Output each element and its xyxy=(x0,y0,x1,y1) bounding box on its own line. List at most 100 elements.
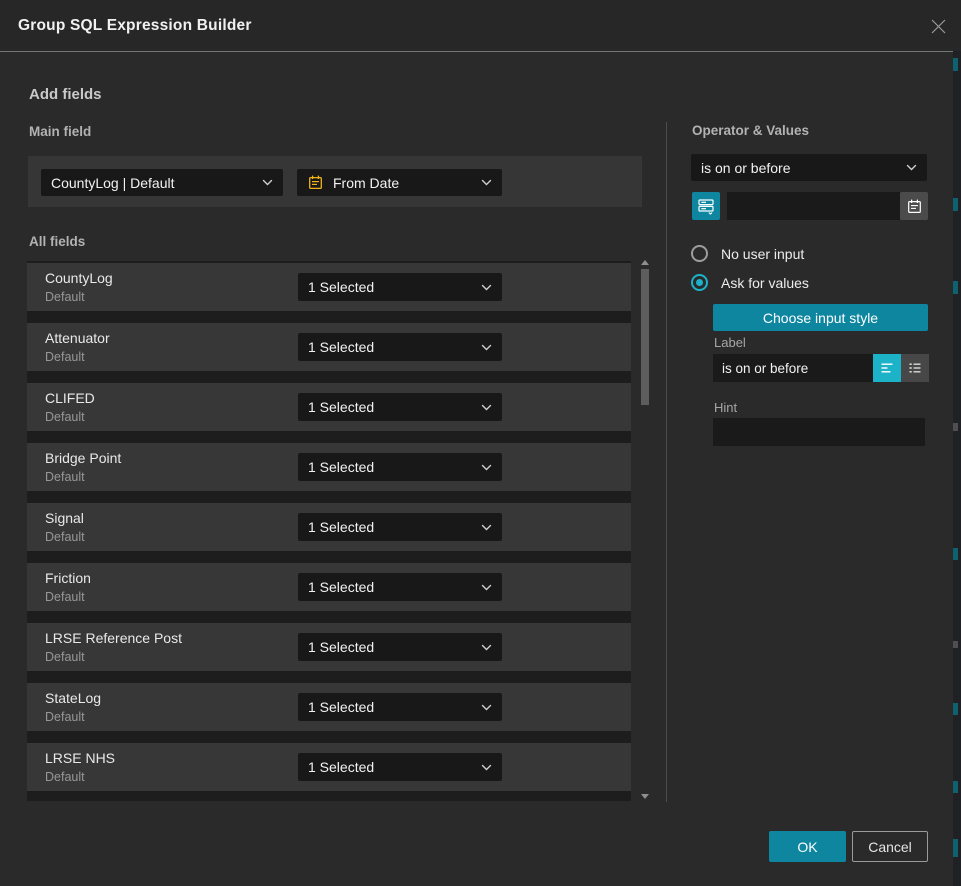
field-selection-dropdown[interactable]: 1 Selected xyxy=(298,273,502,301)
close-icon[interactable] xyxy=(928,16,948,36)
field-sublabel: Default xyxy=(45,470,85,484)
calendar-picker-button[interactable] xyxy=(900,192,928,220)
ok-button[interactable]: OK xyxy=(769,831,846,862)
field-select-value: From Date xyxy=(333,175,475,191)
field-sublabel: Default xyxy=(45,710,85,724)
edge-speck xyxy=(953,548,958,560)
field-selection-dropdown[interactable]: 1 Selected xyxy=(298,513,502,541)
field-selection-dropdown[interactable]: 1 Selected xyxy=(298,693,502,721)
edge-speck xyxy=(953,58,958,71)
field-name: Attenuator xyxy=(45,330,110,346)
field-name: Signal xyxy=(45,510,84,526)
radio-circle-icon[interactable] xyxy=(691,245,708,262)
chevron-down-icon xyxy=(481,644,492,651)
field-sublabel: Default xyxy=(45,770,85,784)
operator-values-heading: Operator & Values xyxy=(692,123,809,138)
scrollbar-thumb[interactable] xyxy=(641,269,649,405)
chevron-down-icon xyxy=(481,344,492,351)
value-date-input[interactable] xyxy=(727,192,900,220)
unique-values-button[interactable] xyxy=(692,192,720,220)
calendar-icon xyxy=(906,198,923,215)
chevron-down-icon xyxy=(481,584,492,591)
hint-input[interactable] xyxy=(713,418,925,446)
hint-field-label: Hint xyxy=(714,400,737,415)
field-row: LRSE NHS Default 1 Selected xyxy=(27,743,631,791)
edge-speck xyxy=(953,781,958,793)
radio-label: No user input xyxy=(721,246,804,262)
operator-select[interactable]: is on or before xyxy=(691,154,927,181)
main-field-field-select[interactable]: From Date xyxy=(297,169,502,196)
field-row: CountyLog Default 1 Selected xyxy=(27,263,631,311)
field-row: Friction Default 1 Selected xyxy=(27,563,631,611)
layer-select-value: CountyLog | Default xyxy=(51,175,256,191)
field-selection-dropdown[interactable]: 1 Selected xyxy=(298,573,502,601)
field-selection-dropdown[interactable]: 1 Selected xyxy=(298,333,502,361)
main-field-panel: CountyLog | Default From Date xyxy=(28,156,642,207)
field-sublabel: Default xyxy=(45,590,85,604)
chevron-down-icon xyxy=(481,179,492,186)
field-sublabel: Default xyxy=(45,650,85,664)
field-sublabel: Default xyxy=(45,530,85,544)
field-row: LRSE Reference Post Default 1 Selected xyxy=(27,623,631,671)
edge-speck xyxy=(953,198,958,211)
calendar-date-icon xyxy=(307,174,324,191)
radio-ask-for-values[interactable]: Ask for values xyxy=(691,274,809,291)
radio-label: Ask for values xyxy=(721,275,809,291)
label-field-label: Label xyxy=(714,335,746,350)
label-input[interactable] xyxy=(713,354,873,382)
field-sublabel: Default xyxy=(45,350,85,364)
align-left-icon xyxy=(879,360,895,376)
selection-value: 1 Selected xyxy=(308,759,475,775)
chevron-down-icon xyxy=(481,464,492,471)
scrollbar-down-arrow-icon[interactable] xyxy=(641,794,649,799)
field-row: StateLog Default 1 Selected xyxy=(27,683,631,731)
field-name: Bridge Point xyxy=(45,450,121,466)
field-name: LRSE NHS xyxy=(45,750,115,766)
edge-speck xyxy=(953,641,958,648)
chevron-down-icon xyxy=(481,524,492,531)
radio-circle-selected-icon[interactable] xyxy=(691,274,708,291)
chevron-down-icon xyxy=(906,164,917,171)
selection-value: 1 Selected xyxy=(308,399,475,415)
all-fields-list: CountyLog Default 1 Selected Attenuator … xyxy=(27,261,631,801)
panel-divider xyxy=(666,122,667,802)
add-fields-heading: Add fields xyxy=(29,86,102,103)
selection-value: 1 Selected xyxy=(308,699,475,715)
edge-speck xyxy=(953,839,958,857)
dialog-titlebar: Group SQL Expression Builder xyxy=(0,0,961,52)
selection-value: 1 Selected xyxy=(308,279,475,295)
field-row: Bridge Point Default 1 Selected xyxy=(27,443,631,491)
radio-no-user-input[interactable]: No user input xyxy=(691,245,804,262)
chevron-down-icon xyxy=(481,704,492,711)
main-field-layer-select[interactable]: CountyLog | Default xyxy=(41,169,283,196)
field-row: Attenuator Default 1 Selected xyxy=(27,323,631,371)
operator-select-value: is on or before xyxy=(701,160,900,176)
field-selection-dropdown[interactable]: 1 Selected xyxy=(298,393,502,421)
edge-speck xyxy=(953,281,958,294)
main-field-label: Main field xyxy=(29,124,91,139)
edge-speck xyxy=(953,703,958,715)
field-selection-dropdown[interactable]: 1 Selected xyxy=(298,453,502,481)
bullet-list-icon xyxy=(907,360,923,376)
chevron-down-icon xyxy=(481,284,492,291)
cancel-button[interactable]: Cancel xyxy=(852,831,928,862)
field-name: CLIFED xyxy=(45,390,95,406)
choose-input-style-button[interactable]: Choose input style xyxy=(713,304,928,331)
field-selection-dropdown[interactable]: 1 Selected xyxy=(298,633,502,661)
chevron-down-icon xyxy=(481,764,492,771)
field-row: Signal Default 1 Selected xyxy=(27,503,631,551)
input-style-textbox-toggle[interactable] xyxy=(873,354,901,382)
edge-speck xyxy=(953,423,958,431)
input-style-list-toggle[interactable] xyxy=(901,354,929,382)
selection-value: 1 Selected xyxy=(308,339,475,355)
list-scrollbar[interactable] xyxy=(639,257,651,802)
field-sublabel: Default xyxy=(45,290,85,304)
selection-value: 1 Selected xyxy=(308,459,475,475)
selection-value: 1 Selected xyxy=(308,519,475,535)
chevron-down-icon xyxy=(262,179,273,186)
field-name: LRSE Reference Post xyxy=(45,630,182,646)
field-name: CountyLog xyxy=(45,270,113,286)
field-selection-dropdown[interactable]: 1 Selected xyxy=(298,753,502,781)
scrollbar-up-arrow-icon[interactable] xyxy=(641,260,649,265)
field-name: StateLog xyxy=(45,690,101,706)
